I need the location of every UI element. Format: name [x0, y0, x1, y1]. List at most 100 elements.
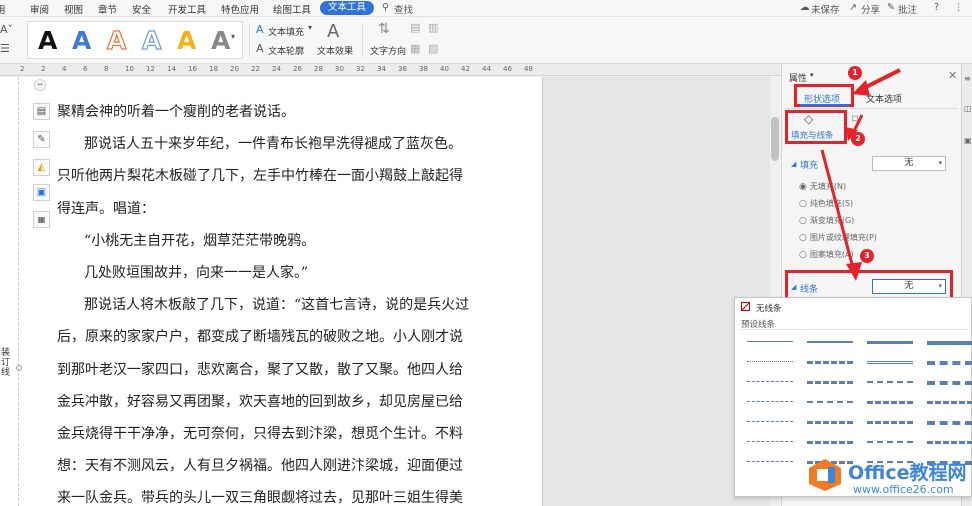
preset-line-option[interactable]	[867, 421, 913, 425]
preset-line-option[interactable]	[927, 381, 972, 385]
fill-line-icon[interactable]: ◇	[804, 112, 813, 126]
side-tool-icon[interactable]: ≡	[964, 74, 971, 83]
comment-button[interactable]: 批注	[898, 2, 917, 16]
font-size-icon[interactable]: A˅	[0, 23, 13, 36]
align-bottom-icon[interactable]: ▦	[410, 42, 420, 55]
line-section-label[interactable]: 线条	[800, 282, 818, 295]
ruler-mark: 8	[104, 65, 109, 73]
close-icon[interactable]: ✕	[948, 69, 957, 82]
preset-line-option[interactable]	[807, 421, 853, 425]
wordart-style-blue[interactable]: A	[72, 22, 91, 60]
layout-options-icon[interactable]: ▤	[33, 103, 50, 120]
paragraph-line: 几处败垣围故井，向来一一是人家。”	[84, 265, 309, 281]
fill-section-label[interactable]: 填充	[800, 158, 818, 171]
menu-tab-ref[interactable]: 用	[0, 2, 6, 16]
fill-option-radio[interactable]: 图片或纹理填充(P)	[799, 232, 877, 243]
fill-option-radio[interactable]: 纯色填充(S)	[799, 198, 853, 209]
fill-option-radio[interactable]: 图案填充(A)	[799, 249, 854, 260]
document-page[interactable]: 聚精会神的听着一个瘦削的老者说话。 那说话人五十来岁年纪，一件青布长袍早洗得褪成了…	[24, 77, 542, 506]
tab-text-options[interactable]: 文本选项	[866, 92, 902, 105]
preset-line-option[interactable]	[867, 401, 913, 405]
preset-line-option[interactable]	[927, 341, 972, 345]
preset-line-option[interactable]	[867, 361, 913, 365]
side-tool-icon[interactable]: ◫	[964, 104, 972, 113]
no-line-option[interactable]: 无线条	[756, 302, 782, 314]
fill-bucket-icon[interactable]: ◭	[33, 159, 50, 176]
ruler-mark: 40	[440, 65, 449, 73]
menu-tab-text-tools[interactable]: 文本工具	[320, 1, 375, 15]
ribbon-divider	[249, 23, 250, 57]
preset-line-option[interactable]	[807, 441, 853, 445]
preset-line-option[interactable]	[867, 441, 913, 445]
fill-dropdown[interactable]: 无 ▾	[872, 156, 946, 171]
menu-tab-features[interactable]: 特色应用	[221, 2, 259, 16]
menu-tab-view[interactable]: 视图	[64, 2, 83, 16]
wordart-style-blue-outline[interactable]: A	[141, 22, 162, 60]
preset-line-option[interactable]	[807, 341, 853, 345]
fill-option-radio[interactable]: 无填充(N)	[799, 181, 846, 192]
preset-line-option[interactable]	[807, 401, 853, 405]
line-collapse-icon[interactable]: ◢	[791, 283, 796, 291]
text-direction-button[interactable]: 文字方向	[370, 44, 406, 57]
preset-line-option[interactable]	[867, 341, 913, 345]
text-fill-icon[interactable]: A	[256, 23, 264, 36]
fill-option-radio[interactable]: 渐变填充(G)	[799, 215, 854, 226]
preset-line-option[interactable]	[927, 441, 972, 445]
wordart-style-black[interactable]: A	[38, 22, 57, 60]
fill-line-tab[interactable]: 填充与线条	[791, 129, 834, 141]
preset-line-option[interactable]	[927, 401, 972, 405]
document-scroll-thumb[interactable]	[771, 117, 779, 161]
panel-title-caret-icon[interactable]: ▾	[810, 71, 814, 79]
preset-line-option[interactable]	[747, 441, 793, 445]
help-button[interactable]: ?	[934, 2, 939, 13]
line-dropdown[interactable]: 无 ▾	[872, 279, 946, 294]
preset-line-option[interactable]	[747, 421, 793, 425]
wordart-style-gallery: A A A A A A ▾	[27, 21, 243, 59]
text-outline-icon[interactable]: A	[256, 42, 264, 55]
share-button[interactable]: 分享	[861, 2, 880, 16]
preset-line-option[interactable]	[927, 361, 972, 365]
menu-tab-security[interactable]: 安全	[132, 2, 151, 16]
ribbon-divider	[362, 23, 363, 57]
text-effect-icon[interactable]: A	[327, 21, 339, 42]
preset-line-option[interactable]	[747, 341, 793, 345]
search-label[interactable]: 查找	[394, 2, 413, 16]
preset-line-option[interactable]	[867, 381, 913, 385]
fill-collapse-icon[interactable]: ◢	[791, 160, 796, 168]
menu-tab-devtools[interactable]: 开发工具	[168, 2, 206, 16]
preset-line-option[interactable]	[747, 361, 793, 365]
text-effect-button[interactable]: 文本效果	[317, 44, 353, 57]
preset-line-option[interactable]	[807, 381, 853, 385]
preset-line-option[interactable]	[747, 381, 793, 385]
menu-bar: 用 审阅 视图 章节 安全 开发工具 特色应用 绘图工具 文本工具 ⚲ 查找 ☁…	[0, 0, 972, 17]
wordart-style-orange-outline[interactable]: A	[106, 22, 127, 60]
gallery-expand-icon[interactable]: ▾	[231, 32, 235, 41]
more-icon[interactable]: ⋮	[954, 2, 964, 13]
preset-line-option[interactable]	[747, 401, 793, 405]
menu-tab-review[interactable]: 审阅	[30, 2, 49, 16]
collapse-icon[interactable]: −	[34, 79, 46, 91]
text-fill-button[interactable]: 文本填充	[268, 25, 304, 38]
side-tool-icon[interactable]: ▣	[964, 136, 972, 145]
outline-icon[interactable]: ▣	[33, 184, 50, 201]
wordart-style-gray[interactable]: A	[211, 22, 230, 60]
preset-line-option[interactable]	[927, 421, 972, 425]
menu-tab-drawing-tools[interactable]: 绘图工具	[273, 2, 311, 16]
text-outline-button[interactable]: 文本轮廓	[268, 44, 304, 57]
search-icon[interactable]: ⚲	[382, 2, 389, 13]
wordart-style-gold[interactable]: A	[177, 22, 196, 60]
text-fill-caret-icon[interactable]: ▾	[308, 23, 312, 32]
align-middle-icon[interactable]: ▥	[428, 21, 438, 34]
pen-icon[interactable]: ✎	[33, 131, 50, 148]
text-wrap-icon[interactable]: ▦	[33, 211, 50, 228]
preset-line-option[interactable]	[807, 361, 853, 365]
effects-icon[interactable]: ⌑	[852, 112, 858, 126]
preset-line-option[interactable]	[747, 461, 793, 465]
text-direction-icon[interactable]: ⇅	[378, 21, 390, 37]
list-icon[interactable]: ☰	[0, 42, 10, 55]
menu-tab-chapter[interactable]: 章节	[98, 2, 117, 16]
align-top-icon[interactable]: ▤	[410, 21, 420, 34]
tab-divider	[786, 108, 958, 109]
text-box-icon[interactable]: ▧	[428, 42, 438, 55]
unsaved-status[interactable]: 未保存	[811, 2, 840, 16]
